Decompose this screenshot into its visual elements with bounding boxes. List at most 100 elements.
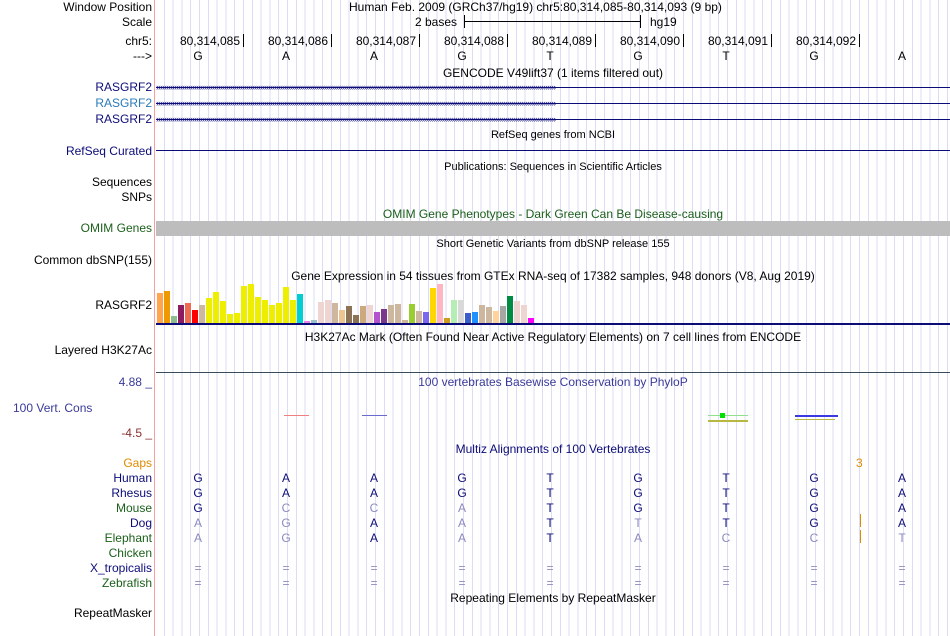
gtex-tissue-bar[interactable] bbox=[178, 304, 184, 323]
gtex-tissue-bar[interactable] bbox=[290, 299, 296, 323]
species-label[interactable]: Chicken bbox=[109, 546, 152, 560]
gtex-tissue-bar[interactable] bbox=[213, 291, 219, 323]
gtex-tissue-bar[interactable] bbox=[283, 287, 289, 323]
gtex-tissue-bar[interactable] bbox=[248, 284, 254, 323]
gtex-tissue-bar[interactable] bbox=[325, 299, 331, 323]
aligned-base: = bbox=[458, 561, 466, 575]
h3k27ac-label[interactable]: Layered H3K27Ac bbox=[55, 343, 152, 357]
aligned-base: = bbox=[282, 576, 290, 590]
gtex-tissue-bar[interactable] bbox=[458, 299, 464, 323]
gaps-label[interactable]: Gaps bbox=[123, 456, 152, 470]
gtex-tissue-bar[interactable] bbox=[395, 303, 401, 323]
gencode-gene-label[interactable]: RASGRF2 bbox=[95, 112, 152, 126]
gencode-gene-label[interactable]: RASGRF2 bbox=[95, 80, 152, 94]
gencode-title: GENCODE V49lift37 (1 items filtered out) bbox=[442, 66, 664, 80]
aligned-base: T bbox=[898, 531, 906, 545]
gap-marker bbox=[860, 514, 861, 527]
gtex-tissue-bar[interactable] bbox=[437, 284, 443, 323]
aligned-base: = bbox=[810, 561, 818, 575]
gtex-tissue-bar[interactable] bbox=[514, 300, 520, 323]
gencode-gene-feature[interactable]: ››››››››››››››››››››››››››››››››››››››››… bbox=[156, 115, 950, 124]
omim-label[interactable]: OMIM Genes bbox=[81, 221, 152, 235]
gtex-tissue-bar[interactable] bbox=[381, 308, 387, 323]
gencode-gene-feature[interactable]: ››››››››››››››››››››››››››››››››››››››››… bbox=[156, 83, 950, 92]
repeatmasker-label[interactable]: RepeatMasker bbox=[74, 606, 152, 620]
publications-label-snps[interactable]: SNPs bbox=[121, 190, 152, 204]
gtex-tissue-bar[interactable] bbox=[507, 295, 513, 323]
scale-text: 2 bases bbox=[415, 15, 458, 29]
phylop-label[interactable]: 100 Vert. Cons bbox=[13, 401, 92, 415]
gtex-tissue-bar[interactable] bbox=[472, 311, 478, 323]
gtex-tissue-bar[interactable] bbox=[199, 304, 205, 323]
aligned-base: = bbox=[810, 576, 818, 590]
species-label[interactable]: Dog bbox=[130, 516, 152, 530]
gtex-label[interactable]: RASGRF2 bbox=[95, 298, 152, 312]
gtex-tissue-bar[interactable] bbox=[297, 293, 303, 323]
aligned-base: G bbox=[193, 501, 203, 515]
gtex-tissue-bar[interactable] bbox=[185, 302, 191, 323]
refseq-label[interactable]: RefSeq Curated bbox=[66, 144, 152, 158]
gtex-tissue-bar[interactable] bbox=[409, 303, 415, 323]
gtex-tissue-bar[interactable] bbox=[423, 311, 429, 323]
aligned-base: A bbox=[281, 486, 290, 500]
gtex-tissue-bar[interactable] bbox=[451, 299, 457, 323]
gtex-tissue-bar[interactable] bbox=[234, 312, 240, 323]
gtex-tissue-bar[interactable] bbox=[346, 305, 352, 323]
gtex-tissue-bar[interactable] bbox=[276, 302, 282, 323]
aligned-base: G bbox=[809, 471, 819, 485]
publications-label-sequences[interactable]: Sequences bbox=[92, 175, 152, 189]
gtex-tissue-bar[interactable] bbox=[332, 302, 338, 323]
species-label[interactable]: Elephant bbox=[105, 531, 152, 545]
aligned-base: G bbox=[633, 501, 643, 515]
reference-base: G bbox=[457, 49, 467, 63]
species-label[interactable]: Mouse bbox=[116, 501, 152, 515]
position-label: 80,314,086 bbox=[267, 34, 328, 48]
gtex-tissue-bar[interactable] bbox=[171, 315, 177, 323]
species-label[interactable]: X_tropicalis bbox=[90, 561, 152, 575]
gtex-tissue-bar[interactable] bbox=[255, 296, 261, 323]
gencode-gene-label[interactable]: RASGRF2 bbox=[95, 96, 152, 110]
gtex-tissue-bar[interactable] bbox=[465, 312, 471, 323]
gtex-tissue-bar[interactable] bbox=[262, 299, 268, 323]
position-tick bbox=[419, 34, 420, 47]
aligned-base: A bbox=[457, 516, 466, 530]
species-label[interactable]: Zebrafish bbox=[102, 576, 152, 590]
gtex-tissue-bar[interactable] bbox=[318, 301, 324, 323]
gtex-tissue-bar[interactable] bbox=[416, 310, 422, 323]
omim-gene-bar[interactable] bbox=[156, 221, 950, 236]
gtex-tissue-bar[interactable] bbox=[339, 309, 345, 323]
window-position-label: Window Position bbox=[63, 0, 152, 14]
phylop-title: 100 vertebrates Basewise Conservation by… bbox=[418, 375, 688, 389]
gtex-tissue-bar[interactable] bbox=[500, 305, 506, 323]
gtex-tissue-bar[interactable] bbox=[479, 304, 485, 323]
gtex-tissue-bar[interactable] bbox=[157, 292, 163, 323]
aligned-base: = bbox=[458, 576, 466, 590]
species-label[interactable]: Rhesus bbox=[111, 486, 152, 500]
gtex-tissue-bar[interactable] bbox=[206, 297, 212, 323]
gtex-tissue-bar[interactable] bbox=[164, 290, 170, 323]
reference-base: A bbox=[281, 49, 290, 63]
gtex-tissue-bar[interactable] bbox=[388, 304, 394, 323]
gtex-tissue-bar[interactable] bbox=[360, 305, 366, 323]
gtex-tissue-bar[interactable] bbox=[374, 311, 380, 323]
gencode-gene-feature[interactable]: ››››››››››››››››››››››››››››››››››››››››… bbox=[156, 99, 950, 108]
gtex-tissue-bar[interactable] bbox=[367, 304, 373, 323]
gtex-tissue-bar[interactable] bbox=[269, 304, 275, 323]
gtex-tissue-bar[interactable] bbox=[521, 304, 527, 323]
gtex-tissue-bar[interactable] bbox=[241, 286, 247, 323]
dbsnp-label[interactable]: Common dbSNP(155) bbox=[34, 253, 152, 267]
gtex-tissue-bar[interactable] bbox=[493, 310, 499, 323]
genome-browser-image[interactable]: Window Position Human Feb. 2009 (GRCh37/… bbox=[0, 0, 950, 636]
gtex-tissue-bar[interactable] bbox=[220, 300, 226, 323]
gtex-tissue-bar[interactable] bbox=[353, 314, 359, 323]
phylop-mark bbox=[284, 415, 309, 416]
omim-title: OMIM Gene Phenotypes - Dark Green Can Be… bbox=[382, 207, 724, 221]
gtex-tissue-bar[interactable] bbox=[192, 309, 198, 323]
species-label[interactable]: Human bbox=[113, 471, 152, 485]
gtex-tissue-bar[interactable] bbox=[486, 306, 492, 323]
position-tick bbox=[595, 34, 596, 47]
gtex-tissue-bar[interactable] bbox=[227, 313, 233, 323]
reference-base: A bbox=[369, 49, 378, 63]
gtex-tissue-bar[interactable] bbox=[430, 288, 436, 323]
aligned-base: T bbox=[634, 516, 642, 530]
